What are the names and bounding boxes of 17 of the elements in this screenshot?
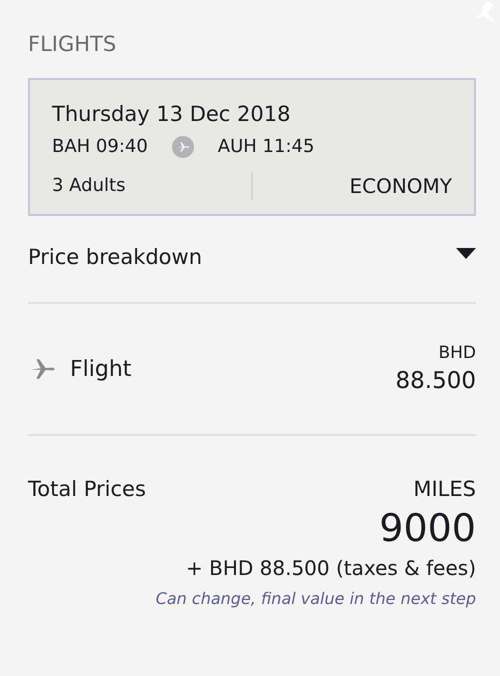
section-title: FLIGHTS [28,31,118,58]
miles-label: MILES [412,476,476,503]
item-label: Flight [70,356,132,382]
price-note: Can change, final value in the next step [156,588,476,610]
plane-icon [172,136,194,158]
taxes-amount: + BHD 88.500 (taxes & fees) [185,555,476,582]
departure-time: BAH 09:40 [52,135,148,159]
currency-label: BHD [437,342,476,365]
total-label: Total Prices [28,476,146,503]
item-amount: 88.500 [396,367,476,396]
miles-amount: 9000 [378,505,476,552]
flight-date: Thursday 13 Dec 2018 [52,101,292,128]
price-breakdown-title: Price breakdown [28,244,202,271]
arrival-time: AUH 11:45 [218,135,314,159]
caret-down-icon[interactable] [456,248,476,260]
cabin-class: ECONOMY [348,173,452,200]
passenger-count: 3 Adults [52,172,253,200]
